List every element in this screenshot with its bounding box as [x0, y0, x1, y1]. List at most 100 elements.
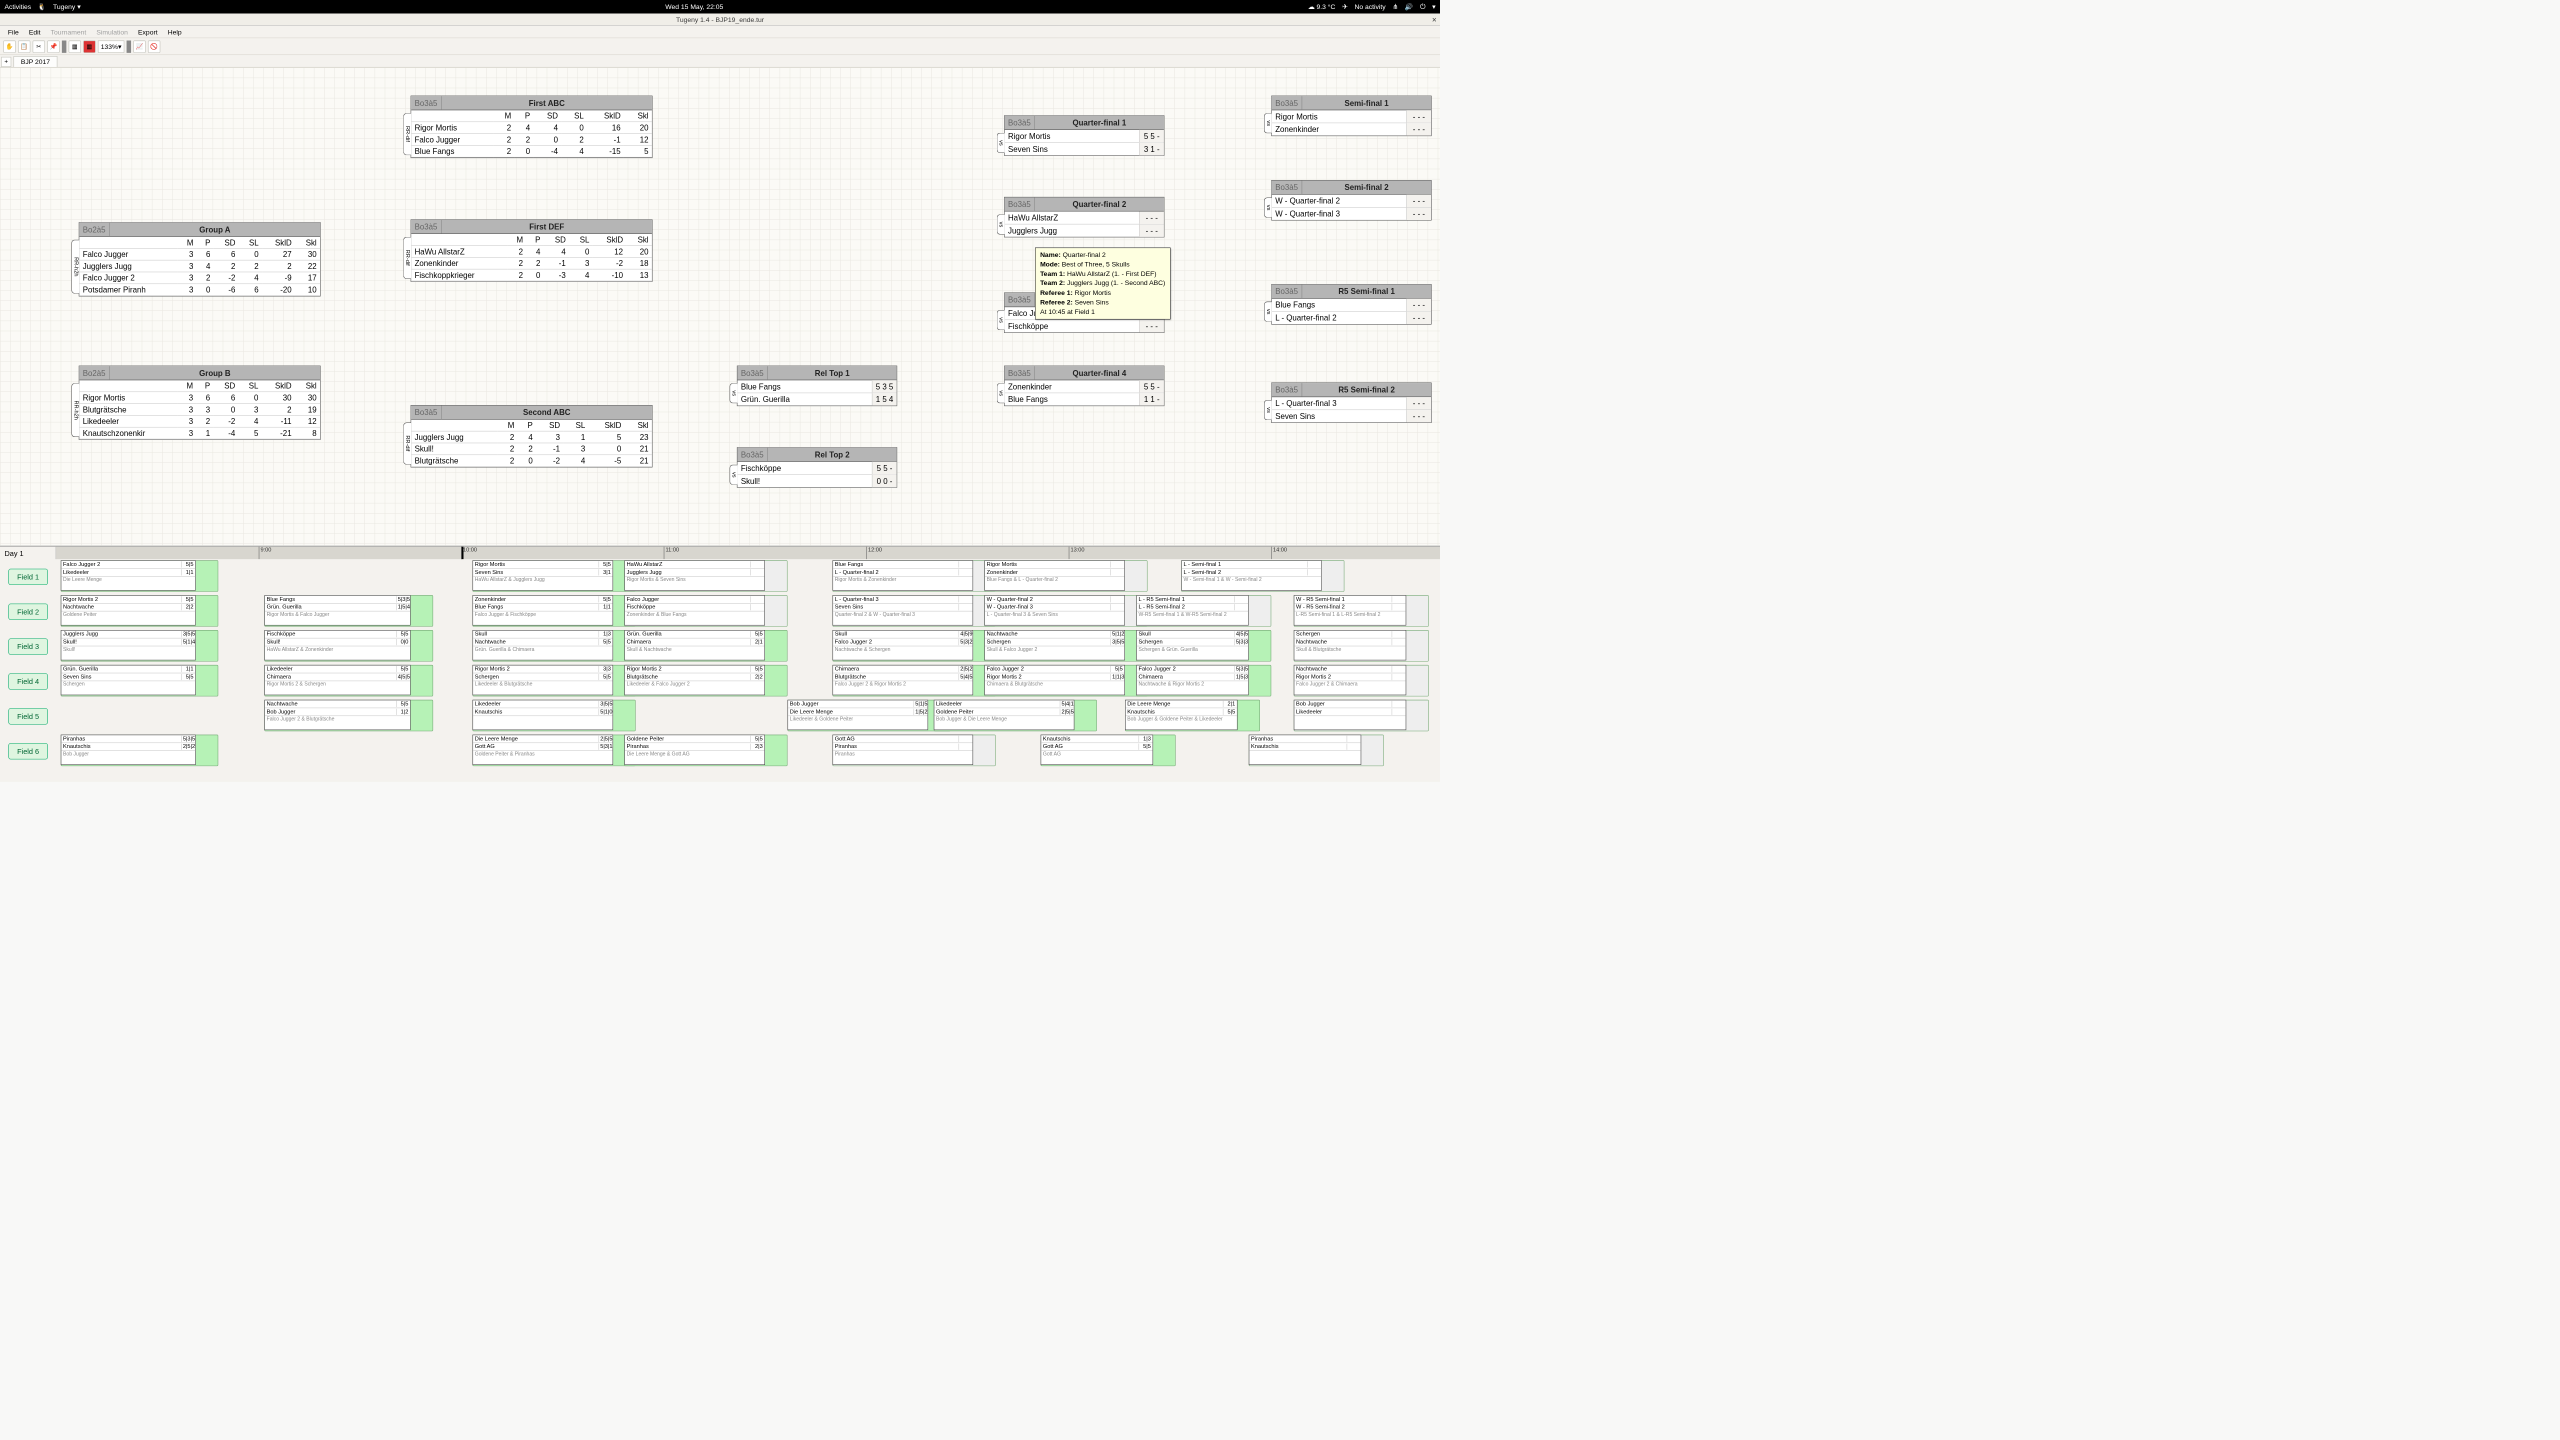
schedule-match[interactable]: Skull4|5|5Schergen5|3|3Schergen & Grün. … [1136, 630, 1249, 660]
schedule-match[interactable]: Grün. Guerilla5|5Chimaera2|1Skull & Nach… [624, 630, 765, 660]
weather: ☁ 9.3 °C [1308, 3, 1335, 11]
menu-chevron-icon[interactable]: ▾ [1432, 3, 1435, 11]
sf1-box[interactable]: vs Bo3à5Semi-final 1 Rigor Mortis- - -Zo… [1271, 96, 1431, 137]
qf4-box[interactable]: vs Bo3à5Quarter-final 4 Zonenkinder5 5 -… [1004, 366, 1164, 407]
tool-grid-light-icon[interactable]: ▦ [69, 40, 81, 52]
field-label[interactable]: Field 3 [0, 629, 56, 664]
first-def-box[interactable]: RR-dif Bo3à5First DEF MPSDSLSklDSklHaWu … [411, 219, 653, 281]
add-tab-button[interactable]: + [1, 57, 11, 67]
tabbar: + BJP 2017 [0, 55, 1440, 67]
close-icon[interactable]: × [1432, 15, 1437, 24]
activities-label[interactable]: Activities [5, 3, 32, 11]
schedule-match[interactable]: Likedeeler3|5|5Knautschis5|1|0 [473, 700, 614, 730]
qf2-box[interactable]: vs Bo3à5Quarter-final 2 HaWu AllstarZ- -… [1004, 197, 1164, 238]
schedule-match[interactable]: Likedeeler5|4|1Goldene Peiter2|5|5Bob Ju… [934, 700, 1075, 730]
r5-sf2-box[interactable]: vs Bo3à5R5 Semi-final 2 L - Quarter-fina… [1271, 383, 1431, 424]
menu-tournament: Tournament [46, 27, 91, 37]
schedule-match[interactable]: Zonenkinder5|5Blue Fangs1|1Falco Jugger … [473, 595, 614, 625]
group-b-box[interactable]: RR-h2h Bo2à5Group B MPSDSLSklDSklRigor M… [79, 366, 321, 440]
schedule-match[interactable]: W - R5 Semi-final 1W - R5 Semi-final 2L-… [1294, 595, 1407, 625]
field-label[interactable]: Field 1 [0, 559, 56, 594]
schedule-match[interactable]: Chimaera2|5|2Blutgrätsche5|4|5Falco Jugg… [833, 665, 974, 695]
schedule-match[interactable]: Rigor Mortis 23|3Schergen5|5Likedeeler &… [473, 665, 614, 695]
window-title: Tugeny 1.4 - BJP19_ende.tur [676, 15, 764, 23]
schedule-match[interactable]: Falco JuggerFischköppeZonenkinder & Blue… [624, 595, 765, 625]
schedule-match[interactable]: Skull1|3Nachtwache5|5Grün. Guerilla & Ch… [473, 630, 614, 660]
tool-edit-chart-icon[interactable]: 📈 [133, 40, 145, 52]
schedule-match[interactable]: Bob JuggerLikedeeler [1294, 700, 1407, 730]
schedule-match[interactable]: Falco Jugger 25|5Likedeeler1|1Die Leere … [61, 560, 196, 590]
clock: Wed 15 May, 22:05 [81, 3, 1308, 11]
schedule-match[interactable]: Piranhas5|3|5Knautschis2|5|2Bob Jugger [61, 735, 196, 765]
network-icon[interactable]: ⋔ [1392, 3, 1398, 11]
schedule-match[interactable]: Falco Jugger 25|5Rigor Mortis 21|1|3Chim… [984, 665, 1125, 695]
field-label[interactable]: Field 4 [0, 664, 56, 699]
schedule-match[interactable]: Fischköppe5|5Skull!0|0HaWu AllstarZ & Zo… [264, 630, 410, 660]
power-icon[interactable]: ⏻ [1420, 3, 1425, 11]
window-titlebar: Tugeny 1.4 - BJP19_ende.tur × [0, 14, 1440, 26]
schedule-match[interactable]: HaWu AllstarZJugglers JuggRigor Mortis &… [624, 560, 765, 590]
schedule-match[interactable]: Rigor MortisZonenkinderBlue Fangs & L - … [984, 560, 1125, 590]
schedule-match[interactable]: Bob Jugger5|1|5Die Leere Menge1|5|2Liked… [788, 700, 929, 730]
field-label[interactable]: Field 5 [0, 699, 56, 734]
schedule-match[interactable]: Grün. Guerilla1|1Seven Sins5|5Schergen [61, 665, 196, 695]
schedule-match[interactable]: Falco Jugger 25|3|5Chimaera1|5|3Nachtwac… [1136, 665, 1249, 695]
schedule-match[interactable]: W - Quarter-final 2W - Quarter-final 3L … [984, 595, 1125, 625]
schedule-match[interactable]: PiranhasKnautschis [1249, 735, 1362, 765]
schedule-match[interactable]: Knautschis1|3Gott AG5|5Gott AG [1041, 735, 1154, 765]
match-tooltip: Name: Quarter-final 2 Mode: Best of Thre… [1035, 248, 1170, 320]
schedule-match[interactable]: Blue Fangs5|3|5Grün. Guerilla1|5|4Rigor … [264, 595, 410, 625]
app-name[interactable]: Tugeny ▾ [53, 3, 81, 11]
sound-icon[interactable]: 🔊 [1405, 3, 1413, 11]
schedule-match[interactable]: Goldene Peiter5|5Piranhas2|3Die Leere Me… [624, 735, 765, 765]
schedule-match[interactable]: Rigor Mortis 25|5Nachtwache2|2Goldene Pe… [61, 595, 196, 625]
tool-grid-red-icon[interactable]: ▦ [83, 40, 95, 52]
sf2-box[interactable]: vs Bo3à5Semi-final 2 W - Quarter-final 2… [1271, 180, 1431, 221]
schedule-match[interactable]: Rigor Mortis 25|5Blutgrätsche2|2Likedeel… [624, 665, 765, 695]
menu-file[interactable]: File [3, 27, 23, 37]
bracket-canvas[interactable]: RR-h2h Bo2à5Group A MPSDSLSklDSklFalco J… [0, 68, 1440, 546]
tool-cut-icon[interactable]: ✂ [33, 40, 45, 52]
no-activity: No activity [1355, 3, 1386, 11]
menu-edit[interactable]: Edit [24, 27, 45, 37]
schedule-match[interactable]: L - Semi-final 1L - Semi-final 2W - Semi… [1181, 560, 1322, 590]
toolbar: ✋ 📋 ✂ 📌 ▦ ▦ 133% ▾ 📈 🚫 [0, 38, 1440, 55]
schedule-match[interactable]: Rigor Mortis5|5Seven Sins3|1HaWu Allstar… [473, 560, 614, 590]
schedule-panel: Day 1 9:00 10:00 11:00 12:00 13:00 14:00… [0, 546, 1440, 782]
menu-export[interactable]: Export [134, 27, 163, 37]
schedule-match[interactable]: Nachtwache5|5Bob Jugger1|2Falco Jugger 2… [264, 700, 410, 730]
schedule-match[interactable]: Die Leere Menge2|5|5Gott AG5|3|1Goldene … [473, 735, 614, 765]
rel-top-2-box[interactable]: vs Bo3à5Rel Top 2 Fischköppe5 5 -Skull!0… [737, 447, 897, 488]
zoom-select[interactable]: 133% ▾ [98, 40, 124, 52]
group-a-box[interactable]: RR-h2h Bo2à5Group A MPSDSLSklDSklFalco J… [79, 222, 321, 296]
schedule-match[interactable]: Jugglers Jugg3|5|5Skull!5|1|4Skull! [61, 630, 196, 660]
tool-paste-icon[interactable]: 📋 [18, 40, 30, 52]
schedule-match[interactable]: Likedeeler5|5Chimaera4|5|5Rigor Mortis 2… [264, 665, 410, 695]
first-abc-box[interactable]: RR-dif Bo3à5First ABC MPSDSLSklDSklRigor… [411, 96, 653, 158]
telegram-icon[interactable]: ✈ [1342, 3, 1348, 11]
tab-bjp-2017[interactable]: BJP 2017 [14, 56, 58, 67]
schedule-match[interactable]: L - R5 Semi-final 1L - R5 Semi-final 2W-… [1136, 595, 1249, 625]
tool-pin-icon[interactable]: 📌 [47, 40, 59, 52]
r5-sf1-box[interactable]: vs Bo3à5R5 Semi-final 1 Blue Fangs- - -L… [1271, 284, 1431, 325]
schedule-match[interactable]: Gott AGPiranhasPiranhas [833, 735, 974, 765]
schedule-match[interactable]: Nachtwache5|1|2Schergen3|5|5Skull & Falc… [984, 630, 1125, 660]
second-abc-box[interactable]: RR-dif Bo3à5Second ABC MPSDSLSklDSklJugg… [411, 405, 653, 467]
schedule-match[interactable]: Die Leere Menge2|1Knautschis5|5Bob Jugge… [1125, 700, 1238, 730]
field-label[interactable]: Field 2 [0, 594, 56, 629]
os-topbar: Activities 🐧 Tugeny ▾ Wed 15 May, 22:05 … [0, 0, 1440, 14]
qf1-box[interactable]: vs Bo3à5Quarter-final 1 Rigor Mortis5 5 … [1004, 115, 1164, 156]
schedule-match[interactable]: Skull4|5|9Falco Jugger 25|3|2Nachtwache … [833, 630, 974, 660]
schedule-match[interactable]: SchergenNachtwacheSkull & Blutgrätsche [1294, 630, 1407, 660]
tool-stop-icon[interactable]: 🚫 [148, 40, 160, 52]
day-label[interactable]: Day 1 [0, 547, 56, 559]
menu-simulation: Simulation [92, 27, 133, 37]
field-label[interactable]: Field 6 [0, 734, 56, 769]
tool-hand-icon[interactable]: ✋ [3, 40, 15, 52]
timeline-ruler[interactable]: 9:00 10:00 11:00 12:00 13:00 14:00 [56, 547, 1440, 559]
schedule-match[interactable]: NachtwacheRigor Mortis 2Falco Jugger 2 &… [1294, 665, 1407, 695]
schedule-match[interactable]: Blue FangsL - Quarter-final 2Rigor Morti… [833, 560, 974, 590]
menu-help[interactable]: Help [163, 27, 186, 37]
rel-top-1-box[interactable]: vs Bo3à5Rel Top 1 Blue Fangs5 3 5Grün. G… [737, 366, 897, 407]
schedule-match[interactable]: L - Quarter-final 3Seven SinsQuarter-fin… [833, 595, 974, 625]
